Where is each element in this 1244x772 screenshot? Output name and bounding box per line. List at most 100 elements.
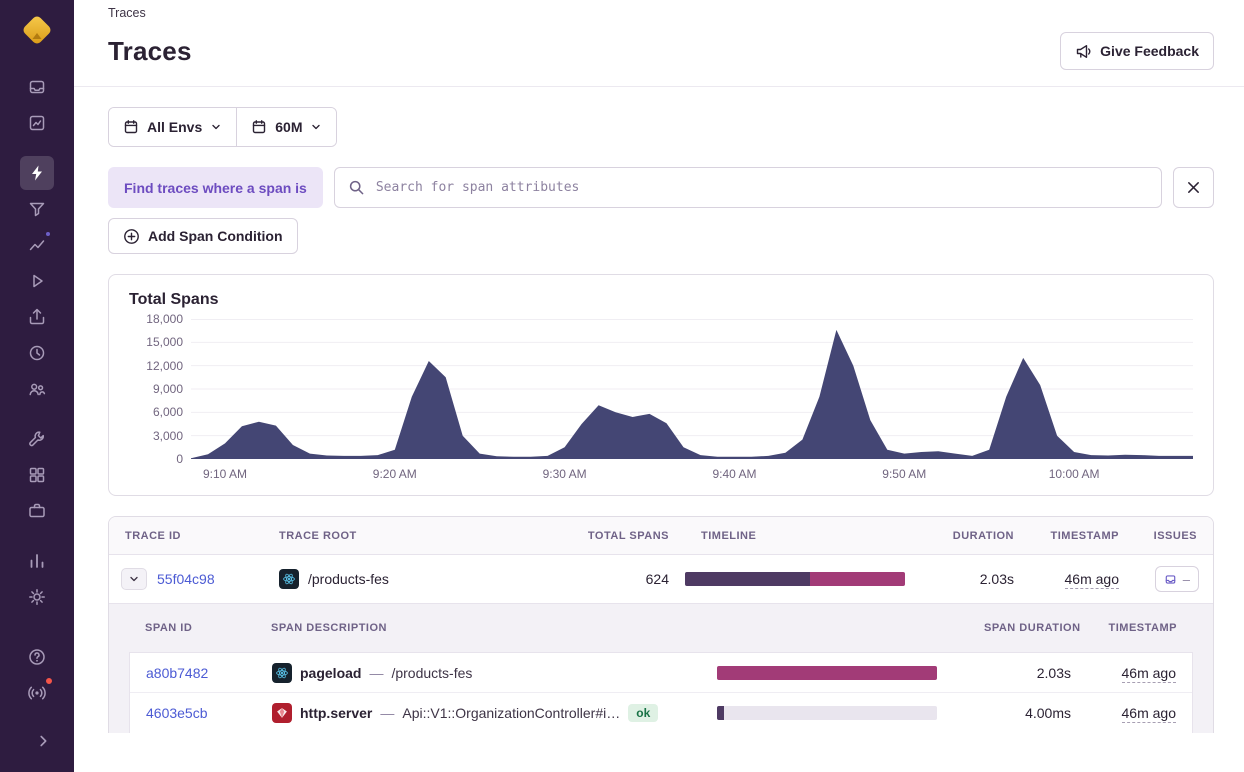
settings-gear-icon xyxy=(29,589,45,605)
span-duration: 4.00ms xyxy=(1025,705,1071,721)
span-timeline-bar xyxy=(717,665,937,680)
megaphone-icon xyxy=(1076,44,1091,58)
col-duration: DURATION xyxy=(952,529,1014,542)
chart-x-axis: 9:10 AM 9:20 AM 9:30 AM 9:40 AM 9:50 AM 10:00… xyxy=(202,467,1100,481)
sidebar-item-issues[interactable] xyxy=(20,70,54,104)
trace-row: 55f04c98 /products-fes 624 2.03s 46m ago xyxy=(109,555,1213,603)
sidebar-item-usage-stats[interactable] xyxy=(20,544,54,578)
col-issues: ISSUES xyxy=(1153,529,1197,542)
stats-line-icon xyxy=(29,240,45,251)
sidebar-item-broadcasts[interactable] xyxy=(20,676,54,710)
span-row: a80b7482 pageload — /products-fes 2.03s … xyxy=(130,653,1192,693)
sidebar-item-replays[interactable] xyxy=(20,264,54,298)
sidebar-item-traces[interactable] xyxy=(20,156,54,190)
sidebar-item-history[interactable] xyxy=(20,336,54,370)
explore-icon xyxy=(29,115,45,131)
issues-icon xyxy=(29,80,45,94)
span-search-input[interactable] xyxy=(373,179,1148,196)
ruby-project-icon xyxy=(272,703,292,723)
sidebar-collapse-toggle[interactable] xyxy=(26,724,60,758)
span-op: http.server xyxy=(300,705,373,721)
sidebar-item-integrations[interactable] xyxy=(20,422,54,456)
help-icon xyxy=(29,649,45,665)
col-trace-root: TRACE ROOT xyxy=(279,529,357,542)
traces-icon xyxy=(32,165,42,181)
trace-root-label: /products-fes xyxy=(308,571,389,587)
trace-timeline-bar xyxy=(685,572,905,586)
chart-plot xyxy=(191,319,1193,459)
span-status-badge: ok xyxy=(628,704,659,722)
search-icon xyxy=(349,180,364,195)
span-search-box[interactable] xyxy=(333,167,1162,208)
span-timestamp[interactable]: 46m ago xyxy=(1121,705,1176,723)
integrations-icon xyxy=(29,431,44,447)
span-id-link[interactable]: 4603e5cb xyxy=(146,705,208,721)
col-span-duration: SPAN DURATION xyxy=(984,622,1081,634)
give-feedback-button[interactable]: Give Feedback xyxy=(1060,32,1214,70)
sidebar-item-funnel[interactable] xyxy=(20,192,54,226)
page-title: Traces xyxy=(108,35,192,66)
sidebar-item-projects[interactable] xyxy=(20,494,54,528)
environment-icon xyxy=(124,120,138,134)
trace-timestamp[interactable]: 46m ago xyxy=(1064,571,1119,589)
funnel-icon xyxy=(29,202,45,217)
span-search-row: Find traces where a span is xyxy=(108,167,1214,208)
span-description: /products-fes xyxy=(391,664,473,681)
find-traces-chip: Find traces where a span is xyxy=(108,167,323,208)
time-range-filter-button[interactable]: 60M xyxy=(236,108,337,146)
span-id-link[interactable]: a80b7482 xyxy=(146,665,208,681)
expand-chevron-icon xyxy=(40,735,47,747)
replays-icon xyxy=(33,274,43,288)
issues-pill[interactable]: – xyxy=(1154,566,1199,592)
releases-icon xyxy=(29,308,45,325)
notification-dot-red xyxy=(44,676,54,686)
sidebar-item-explore[interactable] xyxy=(20,106,54,140)
add-span-condition-button[interactable]: Add Span Condition xyxy=(108,218,298,254)
sidebar-item-teams[interactable] xyxy=(20,372,54,406)
calendar-icon xyxy=(253,120,266,134)
main-area: Traces Traces Give Feedback All Envs 60M xyxy=(74,0,1244,772)
traces-table: TRACE ID TRACE ROOT TOTAL SPANS TIMELINE… xyxy=(108,516,1214,733)
span-timestamp[interactable]: 46m ago xyxy=(1121,664,1176,683)
sidebar-item-stats[interactable] xyxy=(20,228,54,262)
col-total-spans: TOTAL SPANS xyxy=(587,529,669,542)
col-span-description: SPAN DESCRIPTION xyxy=(271,622,387,634)
col-span-id: SPAN ID xyxy=(145,622,193,634)
span-table-header: SPAN ID SPAN DESCRIPTION SPAN DURATION T… xyxy=(129,604,1193,652)
history-clock-icon xyxy=(29,345,45,361)
span-timeline-bar xyxy=(717,706,937,720)
circle-plus-icon xyxy=(124,228,139,244)
clear-search-button[interactable] xyxy=(1173,167,1214,208)
col-timestamp: TIMESTAMP xyxy=(1050,529,1119,542)
col-timeline: TIMELINE xyxy=(701,529,757,542)
breadcrumb[interactable]: Traces xyxy=(108,6,1214,20)
sidebar-item-settings[interactable] xyxy=(20,580,54,614)
sentry-logo-icon xyxy=(23,16,51,44)
issues-count: – xyxy=(1182,571,1190,587)
page-header: Traces Traces Give Feedback xyxy=(74,0,1244,87)
sidebar-item-releases[interactable] xyxy=(20,300,54,334)
feedback-label: Give Feedback xyxy=(1100,43,1199,59)
trace-id-link[interactable]: 55f04c98 xyxy=(157,571,215,587)
sidebar-item-help[interactable] xyxy=(20,640,54,674)
react-project-icon xyxy=(279,569,299,589)
span-op: pageload xyxy=(300,664,362,681)
add-span-condition-label: Add Span Condition xyxy=(148,228,283,244)
projects-icon xyxy=(29,503,45,518)
span-row: 4603e5cb http.server — Api::V1::Organiza… xyxy=(130,693,1192,733)
separator: — xyxy=(380,705,395,721)
close-icon xyxy=(1188,182,1199,193)
trace-spans-panel: SPAN ID SPAN DESCRIPTION SPAN DURATION T… xyxy=(109,603,1213,733)
environment-filter-button[interactable]: All Envs xyxy=(109,108,237,146)
sentry-logo[interactable] xyxy=(19,12,55,48)
sidebar xyxy=(0,0,74,772)
content: All Envs 60M Find traces where a span is xyxy=(74,87,1244,772)
col-trace-id: TRACE ID xyxy=(125,529,181,542)
components-icon xyxy=(29,467,45,483)
chevron-down-icon xyxy=(312,124,321,130)
chart-y-axis: 0 3,000 6,000 9,000 12,000 15,000 18,000 xyxy=(146,312,183,466)
collapse-trace-button[interactable] xyxy=(121,568,147,590)
notification-dot xyxy=(44,230,52,238)
sidebar-item-components[interactable] xyxy=(20,458,54,492)
bar-chart-icon xyxy=(30,554,44,568)
